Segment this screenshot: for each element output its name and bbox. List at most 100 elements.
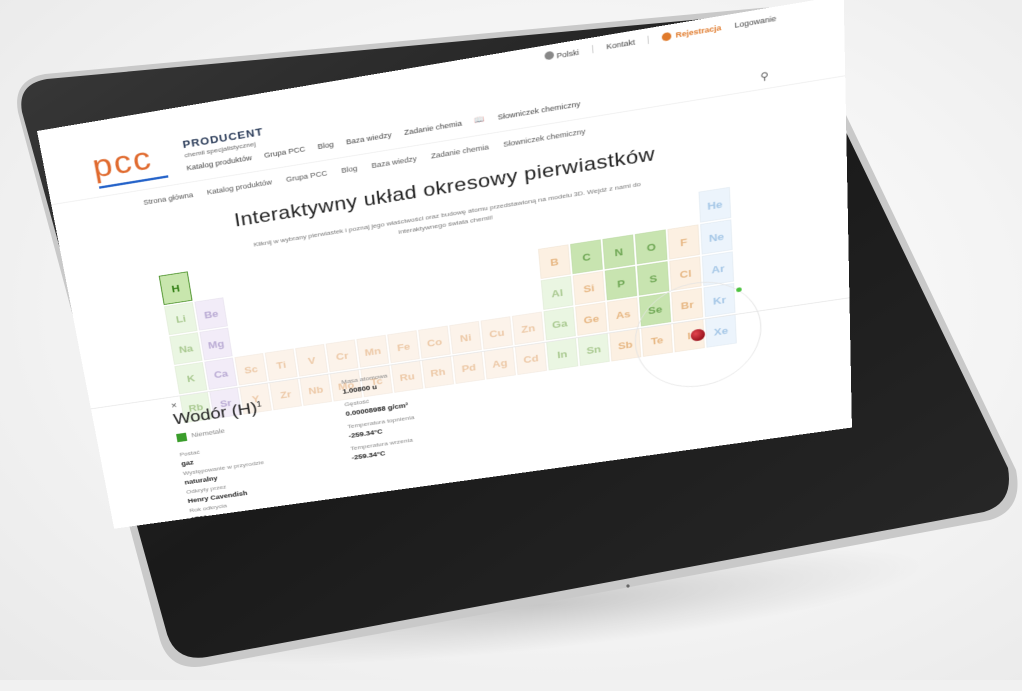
element-cell-si[interactable]: Si [573,271,605,305]
element-cell-cu[interactable]: Cu [481,316,513,349]
prop-value: -259.34°C [348,428,383,440]
element-cell-al[interactable]: Al [541,276,574,310]
prop-value: 1.00800 u [342,383,377,395]
element-symbol: Cr [335,350,349,362]
breadcrumb-item[interactable]: Baza wiedzy [371,155,417,170]
electron [736,287,742,292]
element-symbol: Zn [521,322,536,335]
element-cell-c[interactable]: C [570,239,603,274]
element-symbol: B [550,255,559,267]
register-link[interactable]: Rejestracja [662,23,721,41]
element-cell-na[interactable]: Na [169,332,202,365]
element-cell-p[interactable]: P [605,266,637,300]
prop-label: Gęstość [344,398,370,408]
element-cell-be[interactable]: Be [194,297,227,330]
element-cell-ti[interactable]: Ti [265,349,298,381]
register-label: Rejestracja [675,23,721,39]
element-symbol: N [614,246,623,259]
element-symbol: Mg [207,338,225,351]
element-cell-f[interactable]: F [667,224,700,259]
breadcrumb-item[interactable]: Słowniczek chemiczny [503,127,586,148]
breadcrumb-item[interactable]: Blog [341,164,358,174]
book-icon: 📖 [474,115,485,125]
prop-value: -259.34°C [351,450,386,462]
element-symbol: Ni [459,331,471,343]
nav-item[interactable]: Baza wiedzy [346,130,392,145]
element-superscript: 1 [256,400,262,409]
category-swatch [176,433,187,443]
element-name: Wodór (H)1 [172,398,264,429]
element-cell-b[interactable]: B [538,244,571,279]
element-symbol: Be [203,308,219,321]
element-cell-s[interactable]: S [637,261,669,295]
element-cell-fe[interactable]: Fe [387,330,420,363]
globe-icon [545,51,555,61]
element-cell-ne[interactable]: Ne [700,219,732,254]
element-symbol: As [615,308,630,321]
element-cell-ca[interactable]: Ca [204,358,237,390]
element-symbol: Al [551,287,563,300]
prop-label: Masa atomowa [341,372,388,385]
element-cell-li[interactable]: Li [164,302,197,335]
element-symbol: Ca [213,367,229,380]
element-symbol: O [646,241,656,254]
element-symbol: Si [583,282,595,295]
prop-label: Postać [179,449,200,458]
element-symbol: V [307,354,316,366]
element-cell-mn[interactable]: Mn [356,335,389,368]
user-icon [662,32,672,42]
element-cell-h[interactable]: H [159,271,193,305]
element-symbol: Ga [552,317,568,330]
nucleus [690,328,705,342]
nav-item[interactable]: Blog [317,140,334,150]
category-label: Niemetale [191,427,225,439]
element-cell-as[interactable]: As [607,297,639,331]
element-cell-n[interactable]: N [602,234,635,269]
element-symbol: Cl [679,267,691,280]
tablet-device: Polski Kontakt Rejestracja Logowanie pcc… [0,0,1022,680]
element-cell-ge[interactable]: Ge [575,302,607,336]
element-symbol: Ne [709,230,725,244]
contact-link[interactable]: Kontakt [606,38,635,51]
nav-item[interactable]: Zadanie chemia [404,119,463,136]
element-cell-cr[interactable]: Cr [326,339,359,372]
nav-item[interactable]: Słowniczek chemiczny [497,99,580,121]
prop-label: Rok odkrycia [189,503,227,514]
element-name-text: Wodór (H) [172,399,258,428]
element-cell-mg[interactable]: Mg [199,328,232,361]
language-selector[interactable]: Polski [545,46,580,62]
breadcrumb-item[interactable]: Katalog produktów [206,178,272,196]
element-cell-zn[interactable]: Zn [512,312,544,345]
element-symbol: Li [175,312,187,324]
element-cell-co[interactable]: Co [418,326,451,359]
element-symbol: H [171,282,181,294]
element-symbol: Co [426,336,442,349]
element-symbol: Ge [583,312,599,325]
breadcrumb-item[interactable]: Strona główna [143,191,194,207]
element-cell-k[interactable]: K [174,362,207,394]
breadcrumb-item[interactable]: Zadanie chemia [431,143,490,160]
element-cell-ga[interactable]: Ga [544,307,576,341]
element-symbol: Fe [396,340,410,353]
element-symbol: C [582,251,591,264]
element-symbol: Sc [243,363,258,376]
search-icon[interactable]: ⚲ [760,70,769,83]
element-symbol: He [707,198,723,212]
element-symbol: Mn [364,345,381,358]
element-cell-o[interactable]: O [635,229,668,264]
prop-value: naturalny [184,475,218,486]
element-cell-sc[interactable]: Sc [235,353,268,385]
prop-value: gaz [181,459,194,467]
element-cell-he[interactable]: He [699,187,732,223]
divider [648,36,649,44]
element-symbol: P [617,277,626,289]
element-symbol: F [680,236,688,248]
nav-item[interactable]: Grupa PCC [264,145,306,160]
element-cell-v[interactable]: V [295,344,328,377]
element-cell-ni[interactable]: Ni [449,321,481,354]
element-symbol: Na [178,342,194,355]
prop-label: Występowanie w przyrodzie [182,459,264,476]
login-link[interactable]: Logowanie [734,14,776,29]
breadcrumb-item[interactable]: Grupa PCC [286,169,328,183]
element-symbol: S [649,272,657,284]
